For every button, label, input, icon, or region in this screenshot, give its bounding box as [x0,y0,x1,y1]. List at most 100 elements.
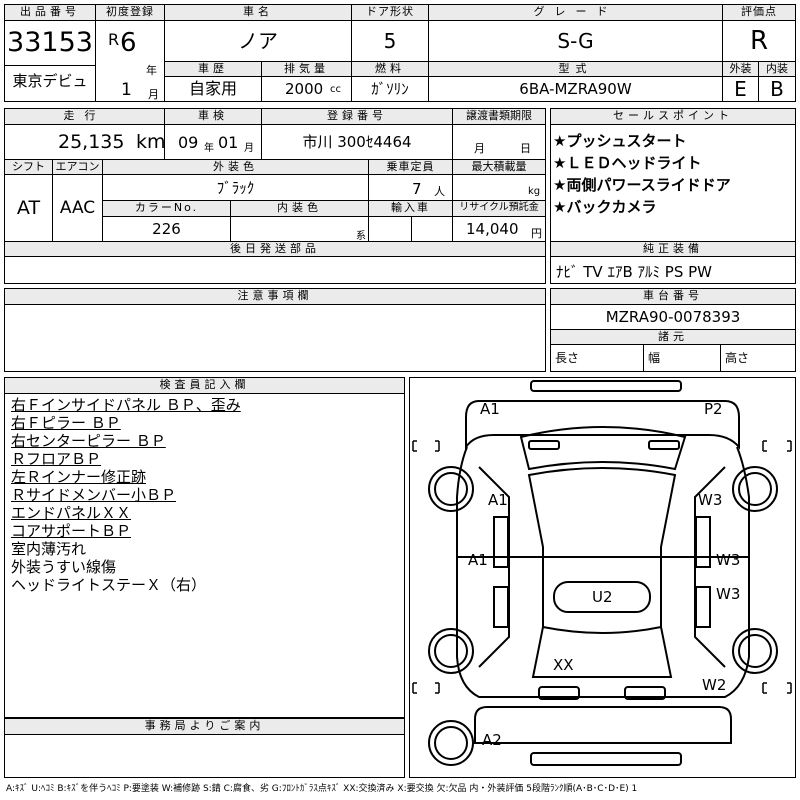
note-line: ＲフロアＢＰ [11,450,102,468]
capacity-label: 乗車定員 [369,159,453,175]
note-line: 右Ｆインサイドパネル ＢＰ、歪み [11,396,241,414]
transfer-day: 日 [520,142,531,155]
int-color-cell [231,217,369,241]
dims-length: 長さ [551,345,644,371]
ac-label: エアコン [53,159,103,175]
insp-year: 09 [178,133,199,152]
note-line: 右Ｆピラー ＢＰ [11,414,121,432]
equipment-value: ﾅﾋﾞ TV ｴｱB ｱﾙﾐ PS PW [556,263,712,281]
caution-label: 注意事項欄 [5,289,545,305]
door-value: 5 [352,21,429,61]
fuel-value: ｶﾞｿﾘﾝ [352,77,429,101]
exterior-label: 外装 [723,61,759,77]
transfer-label: 譲渡書類期限 [453,109,545,125]
mileage-value: 25,135 [58,131,125,153]
inspector-lines: 右Ｆインサイドパネル ＢＰ、歪み 右Ｆピラー ＢＰ 右センターピラー ＢＰ Ｒフ… [5,396,404,616]
car-name: ノア [165,21,352,61]
note-line: 左Ｒインナー修正跡 [11,468,147,486]
door-label: ドア形状 [352,5,429,21]
damage-mark: A1 [488,491,508,509]
import-label: 輸入車 [369,201,453,217]
history-value: 自家用 [165,77,262,101]
damage-mark: A1 [468,551,488,569]
later-parts-label: 後日発送部品 [5,241,545,257]
sales-point-3: ★両側パワースライドドア [553,176,731,194]
damage-mark: W3 [716,585,741,603]
legend-footer: A:ｷｽﾞ U:ﾍｺﾐ B:ｷｽﾞを伴うﾍｺﾐ P:要塗装 W:補修跡 S:錆 … [6,784,638,794]
dims-width: 幅 [644,345,721,371]
recycle-label: リサイクル預託金 [453,201,545,217]
damage-mark: XX [553,656,574,674]
note-line: ヘッドライトステーＸ（右） [11,576,207,594]
reg-no-label: 登録番号 [262,109,453,125]
color-no-value: 226 [103,217,231,241]
sales-point-4: ★バックカメラ [553,198,657,216]
exterior-score: E [723,77,759,101]
month: 1 [121,80,132,100]
inspection-label: 車検 [165,109,262,125]
insp-month: 01 [218,133,239,152]
int-color-label: 内装色 [231,201,369,217]
fuel-label: 燃料 [352,61,429,77]
note-line: コアサポートＢＰ [11,522,132,540]
interior-score: B [770,77,784,101]
note-line: 外装うすい線傷 [11,558,117,576]
damage-mark: P2 [704,400,723,418]
car-name-label: 車名 [165,5,352,21]
sales-point-2: ★ＬＥＤヘッドライト [553,154,702,172]
note-line: 室内薄汚れ [11,540,87,558]
lot-label: 出品番号 [5,5,96,21]
recycle-value: 14,040 [466,220,519,238]
first-reg-label: 初度登録 [96,5,165,21]
import-divider [411,217,412,241]
dims-label: 諸元 [551,329,795,345]
inspector-label: 検査員記入欄 [5,378,404,394]
office-label: 事務局よりご案内 [5,719,404,735]
equipment-label: 純正装備 [551,241,795,257]
interior-label: 内装 [759,61,795,77]
color-no-label: カラーNo. [103,201,231,217]
car-diagram [412,380,792,766]
capacity-unit: 人 [434,185,445,198]
ext-color-label: 外装色 [103,159,369,175]
history-label: 車歴 [165,61,262,77]
grade-label: グレード [429,5,723,21]
grade-value: S-G [429,21,723,61]
damage-mark: A2 [482,731,502,749]
max-load-label: 最大積載量 [453,159,545,175]
recycle-unit: 円 [531,227,542,240]
note-line: エンドパネルＸＸ [11,504,132,522]
note-line: Ｒサイドメンバー小ＢＰ [11,486,177,504]
score-label: 評価点 [723,5,795,21]
tokyo-debut: 東京デビュ [5,65,96,101]
chassis-value: MZRA90-0078393 [605,308,741,326]
model-value: 6BA-MZRA90W [429,77,723,101]
capacity-value: 7 [412,180,422,198]
shift-value: AT [5,175,53,241]
max-load-unit: kg [528,186,541,197]
sales-point-1: ★プッシュスタート [553,132,687,150]
mileage-unit: km [136,131,166,153]
note-line: 右センターピラー ＢＰ [11,432,166,450]
transfer-month: 月 [474,142,485,155]
chassis-label: 車台番号 [551,289,795,305]
mileage-label: 走行 [5,109,165,125]
damage-mark: W3 [716,551,741,569]
displacement-value: 2000 [285,80,324,98]
sales-points-label: セールスポイント [551,109,795,125]
int-color-unit: 系 [356,231,366,242]
shift-label: シフト [5,159,53,175]
insp-month-unit: 月 [244,143,254,154]
damage-mark: U2 [592,588,613,606]
lot-number: 33153 [5,21,96,65]
insp-year-unit: 年 [204,143,214,154]
ext-color-value: ﾌﾞﾗｯｸ [103,175,369,201]
score-value: R [749,26,769,56]
month-unit: 月 [148,88,159,101]
damage-mark: W2 [702,676,727,694]
damage-mark: A1 [480,400,500,418]
reg-no-value: 市川 300ｾ4464 [262,125,453,159]
dims-height: 高さ [725,351,750,365]
displacement-unit: cc [330,84,341,95]
displacement-label: 排気量 [262,61,352,77]
